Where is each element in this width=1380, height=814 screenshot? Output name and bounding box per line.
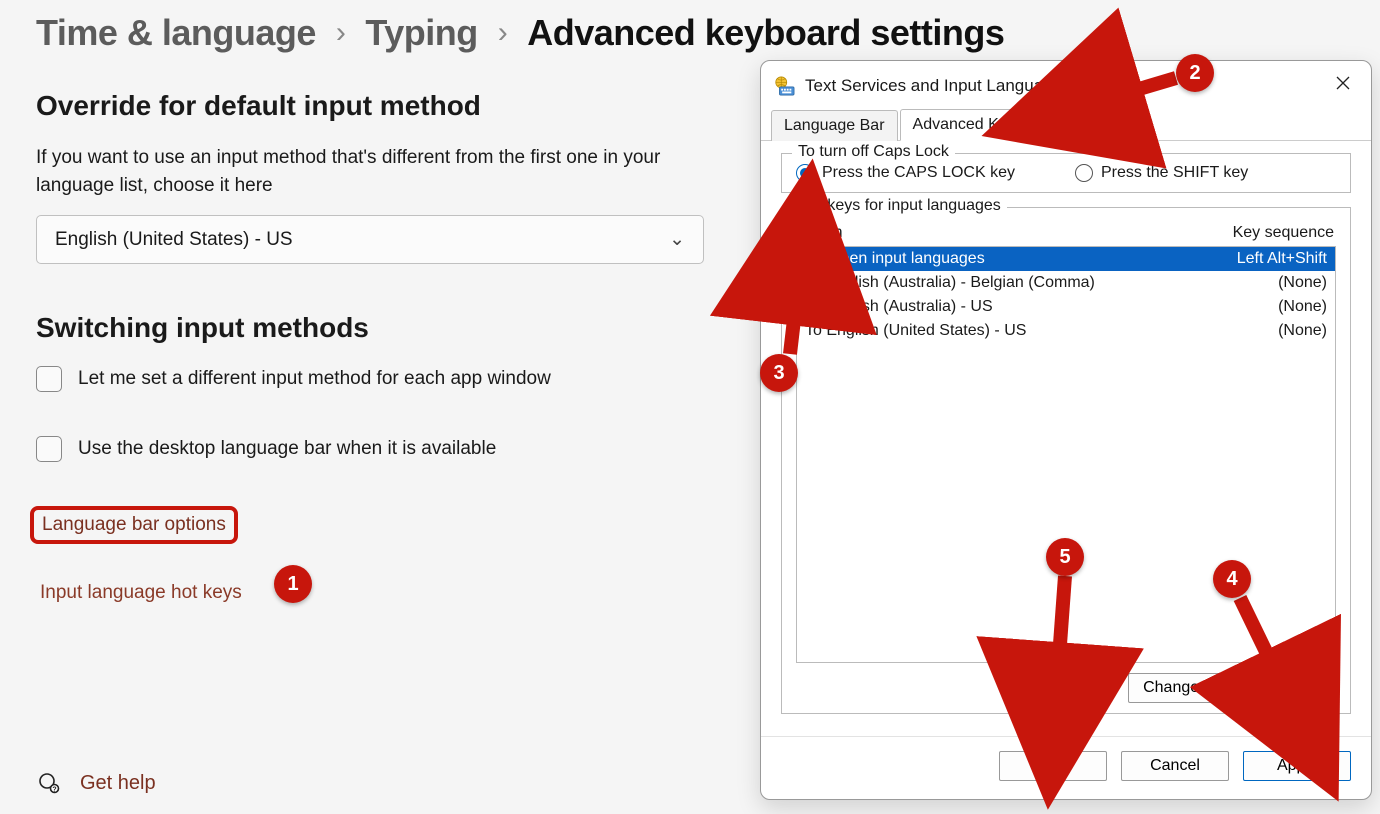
annotation-badge-4: 4	[1213, 560, 1251, 598]
annotation-badge-5: 5	[1046, 538, 1084, 576]
annotation-arrows	[0, 0, 1380, 814]
annotation-badge-3: 3	[760, 354, 798, 392]
annotation-badge-2: 2	[1176, 54, 1214, 92]
annotation-badge-1: 1	[274, 565, 312, 603]
